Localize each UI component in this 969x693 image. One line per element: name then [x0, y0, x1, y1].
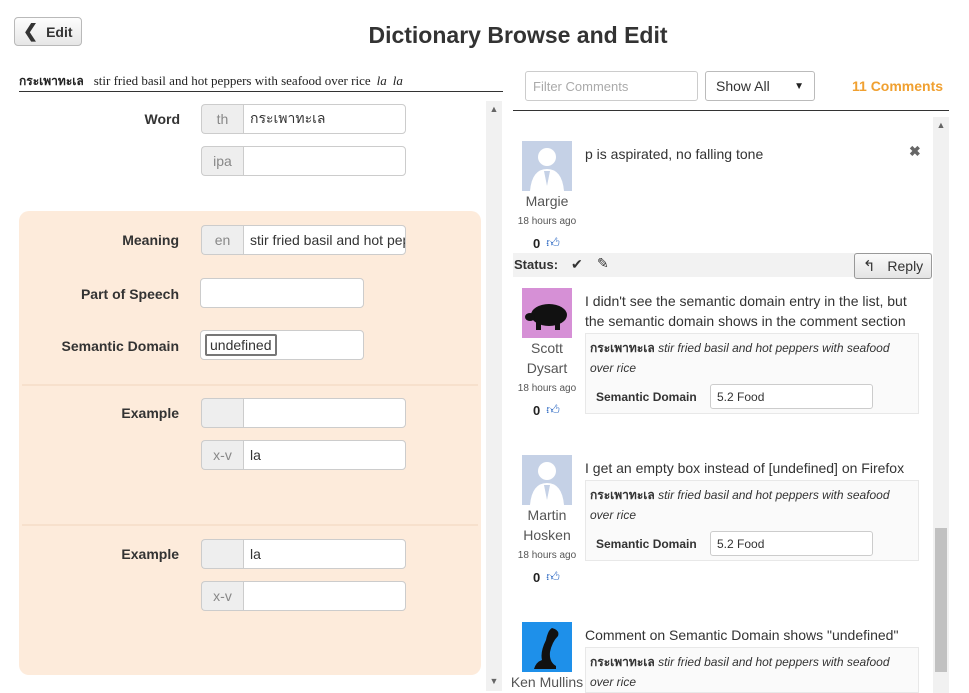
- word-th-field[interactable]: th กระเพาทะเล: [201, 104, 406, 134]
- example-1-field-b[interactable]: x-v la: [201, 440, 406, 470]
- summary-example-1: la: [376, 73, 387, 88]
- avatar: [522, 141, 572, 191]
- context-field-label: Semantic Domain: [596, 389, 697, 404]
- comment-author[interactable]: Scott Dysart: [512, 338, 582, 378]
- semantic-domain-field[interactable]: undefined: [200, 330, 364, 360]
- summary-meaning: stir fried basil and hot peppers with se…: [93, 73, 371, 88]
- comment-text: p is aspirated, no falling tone: [585, 146, 764, 162]
- like-count: 0: [533, 235, 541, 251]
- edit-icon[interactable]: ✎: [597, 255, 609, 272]
- example-1-addon-a: [201, 398, 243, 428]
- like-control[interactable]: 0 👍︎: [533, 402, 560, 418]
- comment-author[interactable]: Martin Hosken: [512, 505, 582, 545]
- comment-time: 18 hours ago: [517, 550, 577, 561]
- scroll-up-arrow-icon[interactable]: ▲: [486, 104, 502, 114]
- word-ipa-field[interactable]: ipa: [201, 146, 406, 176]
- reply-icon: ↰: [862, 258, 876, 275]
- comments-scroll-thumb[interactable]: [935, 528, 947, 672]
- reply-label: Reply: [887, 258, 924, 274]
- example-1-input-a[interactable]: [243, 398, 406, 428]
- caret-down-icon: ▼: [794, 80, 804, 92]
- show-filter-select[interactable]: Show All ▼: [705, 71, 815, 101]
- example-2-input-a[interactable]: la: [243, 539, 406, 569]
- comment-text: I get an empty box instead of [undefined…: [585, 460, 905, 476]
- meaning-input[interactable]: stir fried basil and hot peppers with se…: [243, 225, 406, 255]
- word-label: Word: [144, 111, 180, 127]
- check-icon[interactable]: ✔: [571, 256, 583, 273]
- scroll-up-arrow-icon[interactable]: ▲: [933, 120, 949, 130]
- meaning-field[interactable]: en stir fried basil and hot peppers with…: [201, 225, 406, 255]
- comment-time: 18 hours ago: [517, 383, 577, 394]
- word-ipa-input[interactable]: [243, 146, 406, 176]
- divider: [513, 110, 949, 111]
- divider: [22, 524, 478, 526]
- filter-placeholder: Filter Comments: [533, 78, 629, 94]
- like-count: 0: [533, 569, 541, 585]
- avatar: [522, 622, 572, 672]
- comment-context: กระเพาทะเล stir fried basil and hot pepp…: [585, 333, 919, 414]
- semantic-domain-label: Semantic Domain: [61, 338, 179, 354]
- meaning-addon: en: [201, 225, 243, 255]
- meaning-label: Meaning: [122, 232, 179, 248]
- comment-author[interactable]: Ken Mullins: [510, 672, 584, 692]
- context-word: กระเพาทะเล: [590, 488, 655, 502]
- scroll-down-arrow-icon[interactable]: ▼: [486, 676, 502, 686]
- like-count: 0: [533, 402, 541, 418]
- example-1-input-b[interactable]: la: [243, 440, 406, 470]
- example-2-field-b[interactable]: x-v: [201, 581, 406, 611]
- part-of-speech-label: Part of Speech: [80, 286, 179, 302]
- entry-summary[interactable]: กระเพาทะเล stir fried basil and hot peppe…: [19, 72, 503, 92]
- like-control[interactable]: 0 👍︎: [533, 235, 560, 251]
- example-2-input-b[interactable]: [243, 581, 406, 611]
- example-label: Example: [121, 405, 179, 421]
- comment-text: Comment on Semantic Domain shows "undefi…: [585, 627, 899, 643]
- show-select-value: Show All: [716, 78, 770, 94]
- summary-word: กระเพาทะเล: [19, 74, 84, 88]
- example-2-addon-a: [201, 539, 243, 569]
- thumbs-up-icon[interactable]: 👍︎: [546, 569, 560, 585]
- filter-comments-input[interactable]: Filter Comments: [525, 71, 698, 101]
- context-word: กระเพาทะเล: [590, 655, 655, 669]
- page-title: Dictionary Browse and Edit: [368, 22, 668, 48]
- status-label: Status:: [514, 257, 559, 272]
- part-of-speech-select[interactable]: [200, 278, 364, 308]
- comment-time: 18 hours ago: [517, 216, 577, 227]
- context-word: กระเพาทะเล: [590, 341, 655, 355]
- like-control[interactable]: 0 👍︎: [533, 569, 560, 585]
- close-icon[interactable]: ✖: [909, 143, 921, 160]
- example-label: Example: [121, 546, 179, 562]
- summary-example-2: la: [392, 73, 403, 88]
- example-2-field-a[interactable]: la: [201, 539, 406, 569]
- word-th-input[interactable]: กระเพาทะเล: [243, 104, 406, 134]
- example-1-field-a[interactable]: [201, 398, 406, 428]
- thumbs-up-icon[interactable]: 👍︎: [546, 402, 560, 418]
- left-scrollbar[interactable]: [486, 101, 502, 691]
- avatar: [522, 455, 572, 505]
- word-th-addon: th: [201, 104, 243, 134]
- context-field-value: 5.2 Food: [710, 384, 873, 409]
- context-field-value: 5.2 Food: [710, 531, 873, 556]
- comment-author[interactable]: Margie: [512, 191, 582, 211]
- comment-text: I didn't see the semantic domain entry i…: [585, 293, 907, 329]
- comment-context: กระเพาทะเล stir fried basil and hot pepp…: [585, 480, 919, 561]
- divider: [22, 384, 478, 386]
- word-ipa-addon: ipa: [201, 146, 243, 176]
- avatar: [522, 288, 572, 338]
- comments-count: 11 Comments: [852, 78, 944, 94]
- context-field-label: Semantic Domain: [596, 536, 697, 551]
- thumbs-up-icon[interactable]: 👍︎: [546, 235, 560, 251]
- example-2-addon-b: x-v: [201, 581, 243, 611]
- example-1-addon-b: x-v: [201, 440, 243, 470]
- comment-context: กระเพาทะเล stir fried basil and hot pepp…: [585, 647, 919, 693]
- semantic-domain-value[interactable]: undefined: [205, 334, 277, 356]
- reply-button[interactable]: ↰ Reply: [854, 253, 932, 279]
